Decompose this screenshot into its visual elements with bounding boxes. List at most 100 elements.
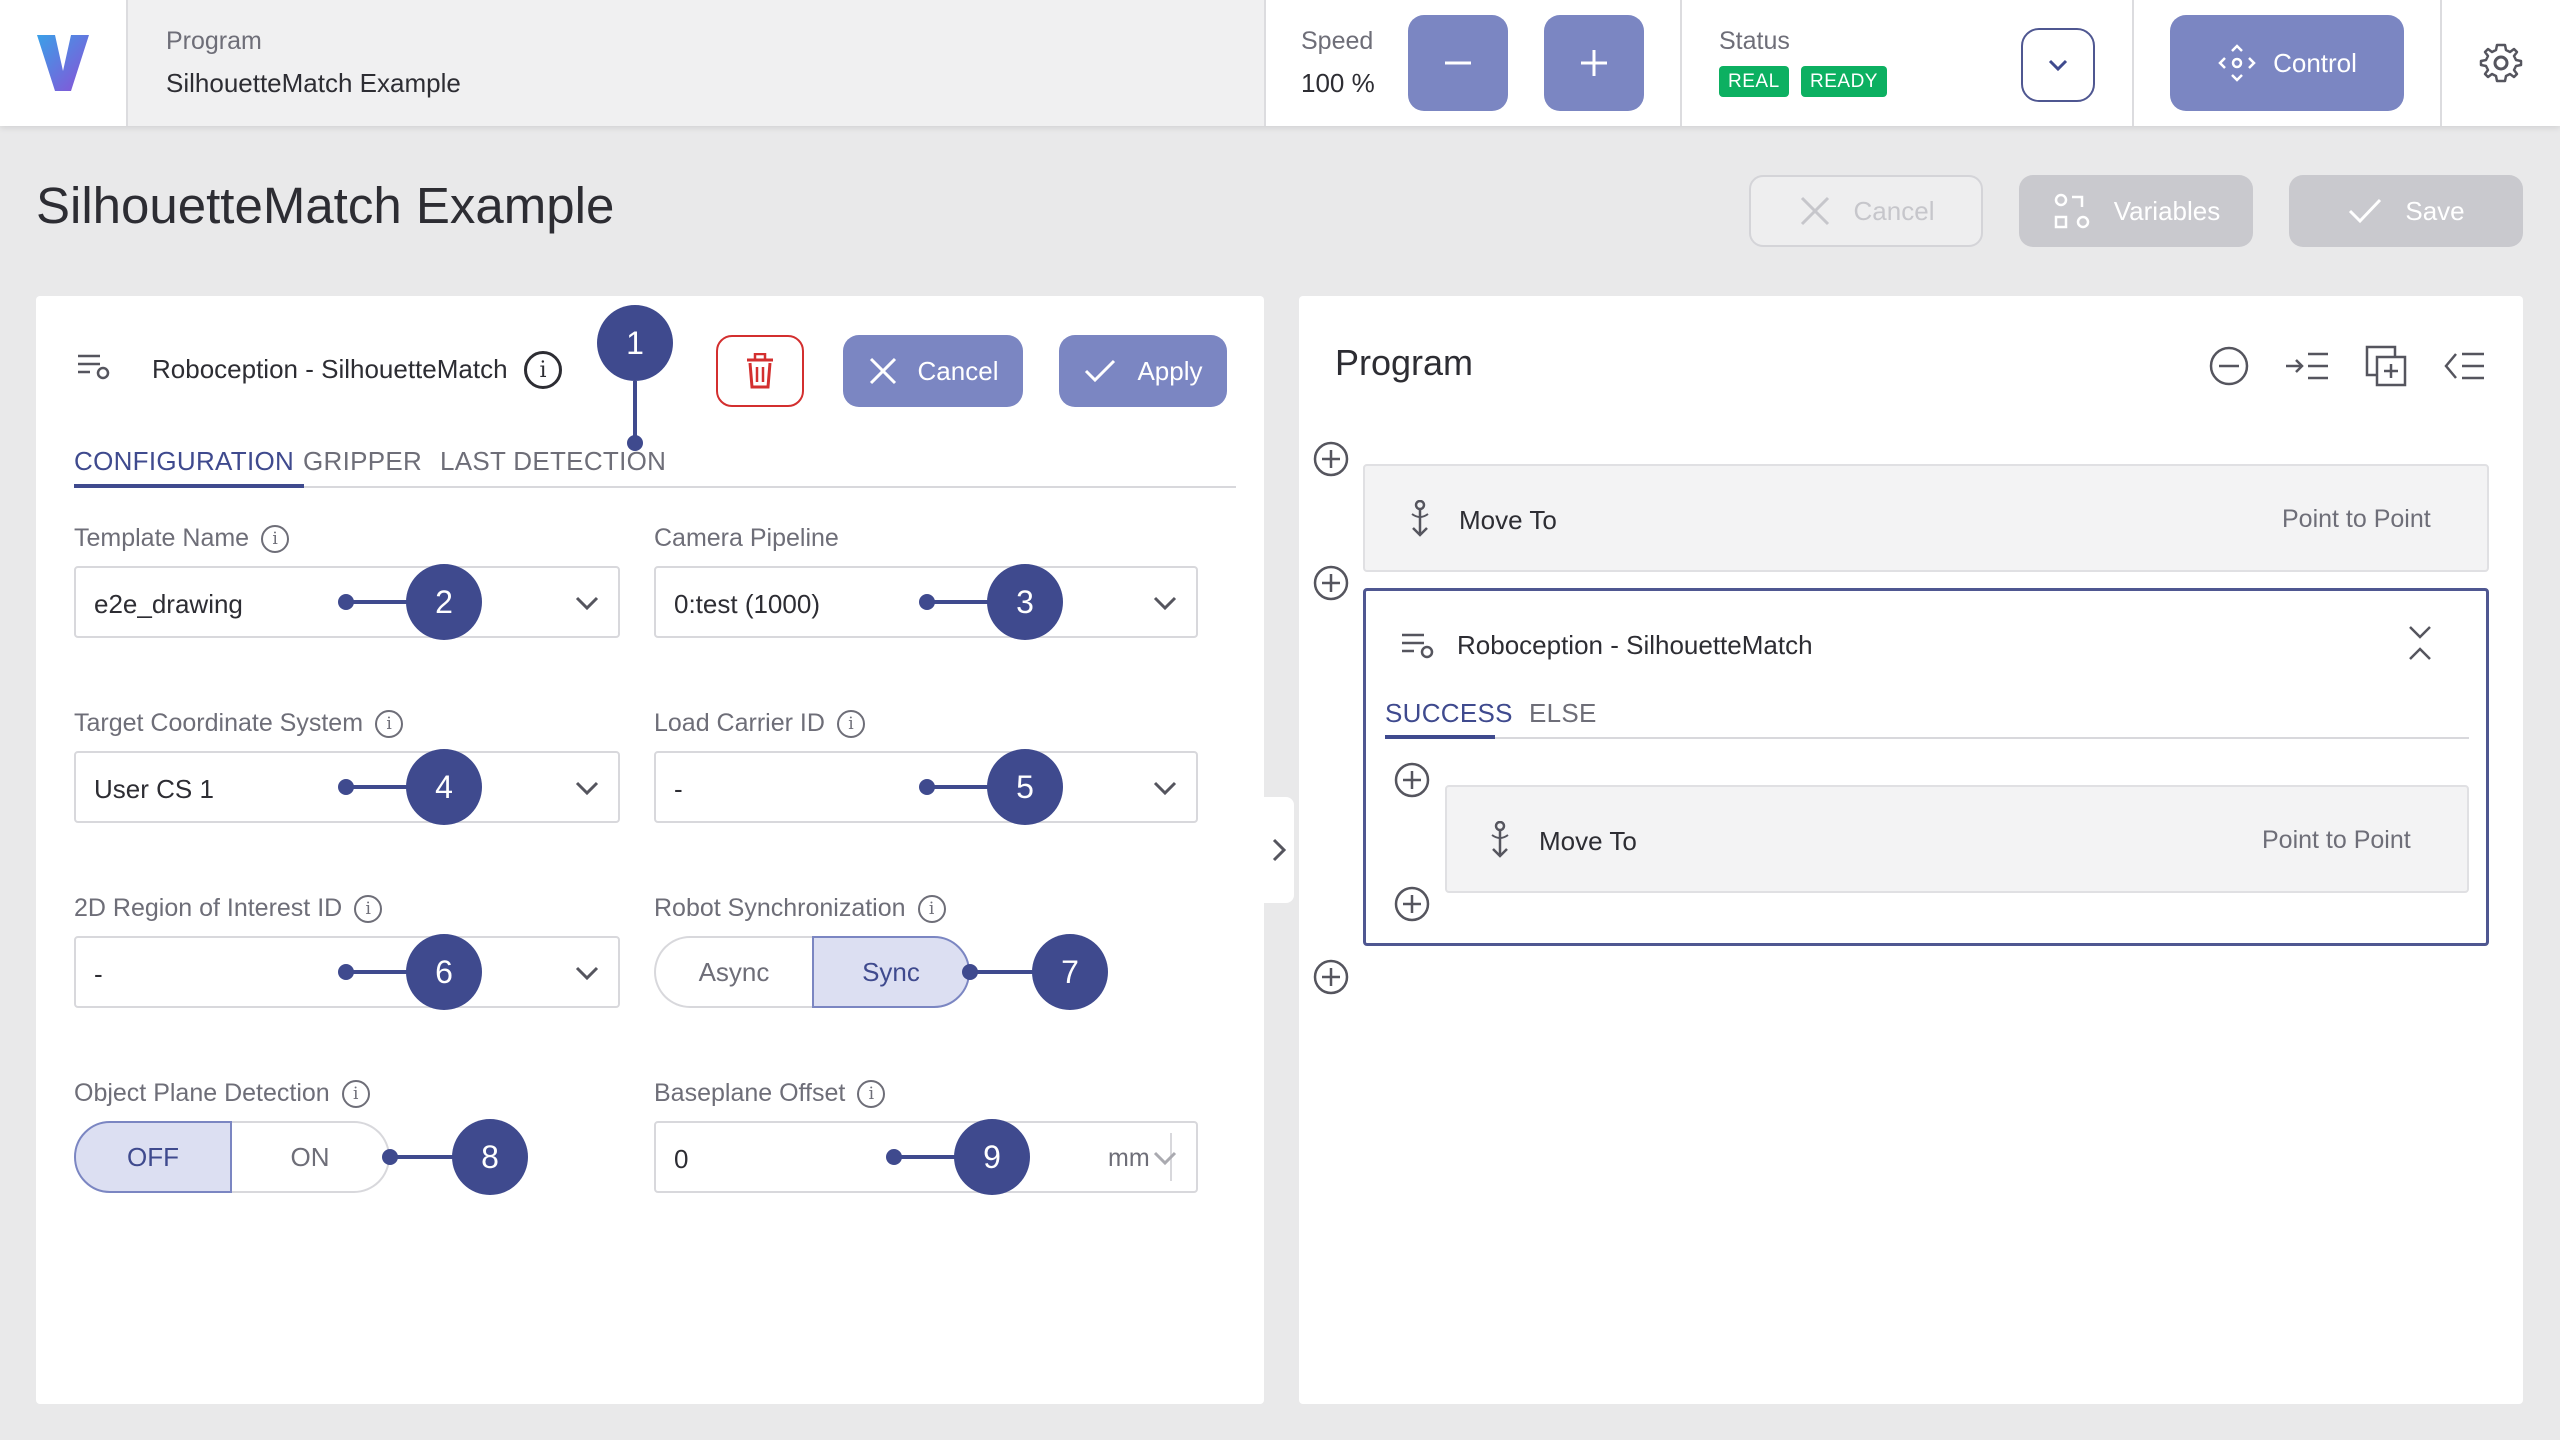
apply-button[interactable]: Apply	[1059, 335, 1227, 407]
trash-icon	[747, 353, 773, 389]
template-name-value: e2e_drawing	[94, 589, 243, 619]
close-icon	[869, 357, 896, 385]
callout-8-dot	[382, 1149, 398, 1165]
baseplane-offset-label: Baseplane Offset i	[654, 1079, 886, 1108]
settings-button[interactable]	[2442, 0, 2560, 126]
tree-item-name: Move To	[1539, 826, 1637, 856]
gear-icon	[2479, 43, 2523, 83]
duplicate-button[interactable]	[2362, 342, 2410, 390]
page-cancel-label: Cancel	[1853, 195, 1935, 226]
speed-value: 100 %	[1301, 68, 1375, 98]
program-info: Program SilhouetteMatch Example	[128, 0, 1264, 126]
add-node-icon[interactable]	[1393, 761, 1431, 799]
off-option[interactable]: OFF	[74, 1121, 232, 1193]
node-cancel-button[interactable]: Cancel	[843, 335, 1023, 407]
tree-item-type: Point to Point	[2282, 505, 2431, 533]
speed-increase-button[interactable]	[1544, 15, 1644, 111]
page-save-button[interactable]: Save	[2289, 175, 2523, 247]
callout-7: 7	[1032, 934, 1108, 1010]
tab-success[interactable]: SUCCESS	[1385, 698, 1513, 729]
node-tabs-divider	[1385, 737, 2469, 739]
camera-pipeline-label-text: Camera Pipeline	[654, 524, 839, 552]
speed-decrease-button[interactable]	[1408, 15, 1508, 111]
async-option[interactable]: Async	[654, 936, 812, 1008]
page-cancel-button[interactable]: Cancel	[1749, 175, 1983, 247]
status-badge-ready: READY	[1801, 66, 1887, 97]
add-node-icon[interactable]	[1312, 958, 1350, 996]
tree-item-move-to-child[interactable]: Move To Point to Point	[1445, 785, 2469, 893]
page-title: SilhouetteMatch Example	[36, 177, 615, 234]
control-button[interactable]: Control	[2170, 15, 2404, 111]
tree-item-type: Point to Point	[2262, 826, 2411, 854]
add-node-icon[interactable]	[1312, 564, 1350, 602]
chevron-down-icon[interactable]	[1150, 1143, 1180, 1173]
node-info-button[interactable]: i	[524, 351, 562, 389]
robot-sync-toggle: Async Sync	[654, 936, 970, 1008]
node-settings-icon	[78, 354, 110, 380]
collapse-button[interactable]	[2205, 342, 2253, 390]
camera-pipeline-label: Camera Pipeline	[654, 524, 839, 553]
callout-4-dot	[338, 779, 354, 795]
tab-else[interactable]: ELSE	[1529, 698, 1597, 729]
indent-icon	[2286, 352, 2328, 380]
top-bar: Program SilhouetteMatch Example Speed 10…	[0, 0, 2560, 126]
program-tree-panel: Program Move To Point to Point Robocepti…	[1299, 296, 2523, 1404]
comment-icon	[2444, 352, 2484, 380]
roi-label: 2D Region of Interest ID i	[74, 894, 383, 923]
load-carrier-value: -	[674, 774, 683, 804]
tree-item-silhouettematch[interactable]: Roboception - SilhouetteMatch SUCCESS EL…	[1363, 588, 2489, 946]
info-icon[interactable]: i	[836, 709, 865, 738]
target-cs-value: User CS 1	[94, 774, 214, 804]
chevron-down-icon	[1153, 596, 1177, 611]
info-icon[interactable]: i	[917, 894, 946, 923]
delete-node-button[interactable]	[716, 335, 804, 407]
tab-gripper[interactable]: GRIPPER	[303, 446, 422, 477]
callout-6: 6	[406, 934, 482, 1010]
callout-7-dot	[962, 964, 978, 980]
template-name-label: Template Name i	[74, 524, 290, 553]
template-name-label-text: Template Name	[74, 524, 250, 552]
duplicate-icon	[2365, 345, 2407, 387]
variables-icon	[2054, 193, 2090, 229]
node-cancel-label: Cancel	[917, 355, 999, 386]
minus-icon	[1445, 61, 1471, 65]
callout-9-dot	[886, 1149, 902, 1165]
chevron-down-icon	[575, 596, 599, 611]
collapse-chevrons-icon[interactable]	[2406, 623, 2434, 663]
info-icon: i	[524, 351, 562, 389]
variables-button[interactable]: Variables	[2019, 175, 2253, 247]
sync-option[interactable]: Sync	[812, 936, 970, 1008]
chevron-down-icon	[575, 966, 599, 981]
info-icon[interactable]: i	[261, 524, 290, 553]
app-logo[interactable]	[0, 0, 126, 126]
panel-expand-handle[interactable]	[1264, 797, 1294, 903]
info-icon[interactable]: i	[341, 1079, 370, 1108]
callout-2-dot	[338, 594, 354, 610]
tab-active-indicator	[74, 484, 304, 488]
program-tree-title: Program	[1335, 342, 1474, 383]
tab-configuration[interactable]: CONFIGURATION	[74, 446, 294, 477]
plane-detection-label-text: Object Plane Detection	[74, 1079, 330, 1107]
robot-sync-label-text: Robot Synchronization	[654, 894, 906, 922]
node-settings-icon	[1402, 633, 1434, 659]
info-icon[interactable]: i	[857, 1079, 886, 1108]
baseplane-offset-value: 0	[674, 1144, 689, 1174]
add-node-icon[interactable]	[1393, 885, 1431, 923]
indent-button[interactable]	[2283, 342, 2331, 390]
comment-button[interactable]	[2440, 342, 2488, 390]
callout-3-dot	[919, 594, 935, 610]
tree-item-move-to[interactable]: Move To Point to Point	[1363, 464, 2489, 572]
unit-label: mm	[1108, 1144, 1150, 1172]
baseplane-offset-label-text: Baseplane Offset	[654, 1079, 846, 1107]
program-name: SilhouetteMatch Example	[166, 68, 461, 98]
add-node-icon[interactable]	[1312, 440, 1350, 478]
on-option[interactable]: ON	[232, 1121, 390, 1193]
info-icon[interactable]: i	[354, 894, 383, 923]
callout-4: 4	[406, 749, 482, 825]
move-to-icon	[1411, 500, 1429, 537]
status-dropdown-button[interactable]	[2021, 28, 2095, 102]
tree-item-name: Roboception - SilhouetteMatch	[1457, 630, 1813, 660]
roi-value: -	[94, 959, 103, 989]
robot-sync-label: Robot Synchronization i	[654, 894, 946, 923]
info-icon[interactable]: i	[375, 709, 404, 738]
